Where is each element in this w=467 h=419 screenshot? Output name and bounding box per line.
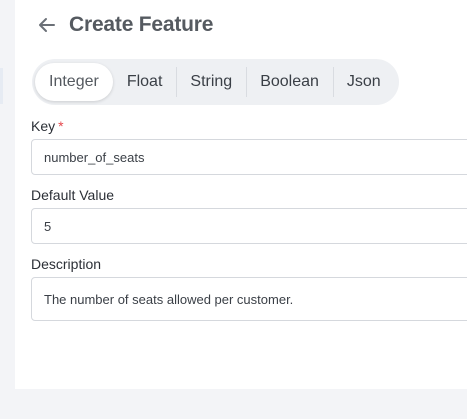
tab-boolean[interactable]: Boolean	[246, 63, 333, 101]
sidebar-edge	[0, 68, 3, 104]
page-header: Create Feature	[35, 10, 213, 40]
key-label: Key *	[31, 118, 64, 134]
key-input-value: number_of_seats	[44, 149, 145, 165]
description-label: Description	[31, 256, 102, 272]
arrow-left-icon	[39, 18, 55, 32]
page-title: Create Feature	[69, 13, 214, 36]
tab-json[interactable]: Json	[332, 63, 395, 101]
tab-float[interactable]: Float	[113, 63, 177, 101]
description-input-value: The number of seats allowed per customer…	[44, 291, 294, 307]
default-value-label: Default Value	[31, 187, 115, 203]
key-label-text: Key	[31, 118, 56, 134]
tab-integer[interactable]: Integer	[35, 63, 113, 101]
required-marker: *	[58, 118, 64, 134]
default-value-input-value: 5	[44, 218, 52, 234]
tab-string[interactable]: String	[176, 63, 246, 101]
default-value-input[interactable]: 5	[31, 208, 467, 244]
type-tabs: Integer Float String Boolean Json	[32, 59, 399, 105]
key-input[interactable]: number_of_seats	[31, 139, 467, 175]
back-button[interactable]	[35, 13, 59, 37]
description-input[interactable]: The number of seats allowed per customer…	[31, 277, 467, 321]
